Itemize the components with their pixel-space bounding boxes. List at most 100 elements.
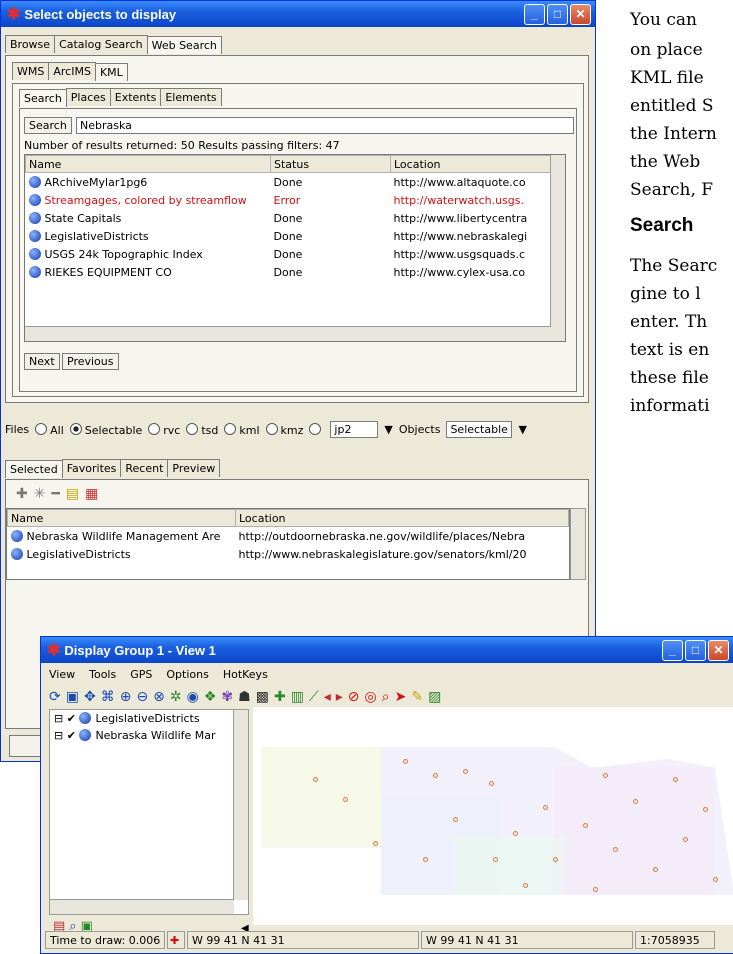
back-icon[interactable]: ◂ [324,689,331,709]
binoculars-icon[interactable]: ☗ [238,689,251,709]
next-button[interactable]: Next [24,353,60,370]
map-point-marker[interactable] [683,837,688,842]
remove-icon[interactable]: ━ [51,486,59,502]
collapse-icon[interactable]: ⊟ [54,729,63,742]
column-header-name[interactable]: Name [7,509,236,527]
map-point-marker[interactable] [593,887,598,892]
map-point-marker[interactable] [553,857,558,862]
scale-icon[interactable]: ▥ [291,689,304,709]
tile-icon[interactable]: ❖ [204,689,217,709]
table-row[interactable]: Streamgages, colored by streamflow Error… [26,191,551,209]
tab-catalog-search[interactable]: Catalog Search [54,35,148,53]
radio-other[interactable] [309,422,324,437]
position-icon[interactable]: ✚ [167,931,185,949]
file-type-select[interactable]: jp2 [330,421,379,438]
maximize-button[interactable]: □ [685,639,706,661]
map-point-marker[interactable] [603,773,608,778]
column-header-name[interactable]: Name [25,155,271,173]
add-layer-icon[interactable]: ✚ [274,689,286,709]
map-point-marker[interactable] [403,759,408,764]
table-row[interactable]: ARchiveMylar1pg6 Done http://www.altaquo… [26,173,551,192]
tab-recent[interactable]: Recent [120,459,169,477]
radio-kml[interactable]: kml [224,422,260,437]
radio-rvc[interactable]: rvc [148,422,180,437]
tab-web-search[interactable]: Web Search [146,36,222,54]
close-button[interactable]: ✕ [570,3,591,25]
zoom-out-icon[interactable]: ⊖ [136,689,148,709]
forward-icon[interactable]: ▸ [336,689,343,709]
map-point-marker[interactable] [583,823,588,828]
zoom-in-icon[interactable]: ⊕ [120,689,132,709]
results-hscrollbar[interactable] [25,326,551,341]
title-bar[interactable]: ✱ Display Group 1 - View 1 _ □ ✕ [41,637,733,663]
table-row[interactable]: LegislativeDistricts http://www.nebraska… [8,545,569,563]
table-row[interactable]: RIEKES EQUIPMENT CO Done http://www.cyle… [26,263,551,281]
radio-kmz[interactable]: kmz [265,422,303,437]
map-point-marker[interactable] [373,841,378,846]
measure-icon[interactable]: ✾ [221,689,233,709]
menu-gps[interactable]: GPS [130,668,152,682]
map-point-marker[interactable] [513,831,518,836]
map-point-marker[interactable] [463,769,468,774]
maximize-button[interactable]: □ [547,3,568,25]
layer-item[interactable]: ⊟ ✔ Nebraska Wildlife Mar [50,727,248,744]
table-row[interactable]: Nebraska Wildlife Management Are http://… [8,527,569,546]
map-point-marker[interactable] [713,877,718,882]
selected-scrollbar[interactable] [570,508,586,580]
search-button[interactable]: Search [24,117,72,134]
select-icon[interactable]: ▤ [66,486,79,502]
title-bar[interactable]: ✱ Select objects to display _ □ ✕ [1,1,595,27]
tab-kml[interactable]: KML [94,63,128,81]
layer-scrollbar[interactable] [233,710,248,900]
add-all-icon[interactable]: ✳ [34,486,46,502]
layer-hscrollbar[interactable] [50,899,234,914]
tab-preview[interactable]: Preview [167,459,221,477]
radio-tsd[interactable]: tsd [186,422,218,437]
dropdown-arrow-icon[interactable]: ▼ [518,423,526,436]
map-point-marker[interactable] [493,857,498,862]
add-icon[interactable]: ✚ [16,486,28,502]
redraw-icon[interactable]: ⟳ [49,689,61,709]
minimize-button[interactable]: _ [524,3,545,25]
layers-icon[interactable]: ✲ [170,689,182,709]
minimize-button[interactable]: _ [662,639,683,661]
close-button[interactable]: ✕ [708,639,729,661]
map-point-marker[interactable] [453,817,458,822]
globe-nav-icon[interactable]: ◉ [187,689,199,709]
map-point-marker[interactable] [343,797,348,802]
menu-tools[interactable]: Tools [89,668,116,682]
table-row[interactable]: USGS 24k Topographic Index Done http://w… [26,245,551,263]
frame-icon[interactable]: ▣ [66,689,79,709]
map-point-marker[interactable] [613,847,618,852]
pointer-icon[interactable]: ➤ [395,689,407,709]
target-icon[interactable]: ◎ [365,689,377,709]
map-point-marker[interactable] [313,777,318,782]
search-icon[interactable]: ⌕ [382,689,390,709]
column-header-location[interactable]: Location [235,509,569,527]
zoom-box-icon[interactable]: ⊗ [153,689,165,709]
results-scrollbar[interactable] [550,155,565,341]
radio-all[interactable]: All [35,422,64,437]
map-point-marker[interactable] [703,807,708,812]
image-icon[interactable]: ▨ [428,689,441,709]
pan-icon[interactable]: ✥ [84,689,96,709]
check-icon[interactable]: ✔ [67,712,76,725]
collapse-icon[interactable]: ⊟ [54,712,63,725]
map-point-marker[interactable] [423,857,428,862]
menu-options[interactable]: Options [166,668,208,682]
table-row[interactable]: LegislativeDistricts Done http://www.neb… [26,227,551,245]
map-point-marker[interactable] [543,805,548,810]
map-point-marker[interactable] [653,867,658,872]
map-point-marker[interactable] [433,773,438,778]
layer-item[interactable]: ⊟ ✔ LegislativeDistricts [50,710,248,727]
tab-arcims[interactable]: ArcIMS [48,62,96,80]
camera-icon[interactable]: ▩ [256,689,269,709]
radio-selectable[interactable]: Selectable [69,422,142,437]
objects-select[interactable]: Selectable [446,421,513,438]
map-point-marker[interactable] [673,777,678,782]
previous-button[interactable]: Previous [62,353,119,370]
map-point-marker[interactable] [489,781,494,786]
check-icon[interactable]: ✔ [67,729,76,742]
tab-extents[interactable]: Extents [109,88,162,106]
tab-search[interactable]: Search [19,89,67,107]
